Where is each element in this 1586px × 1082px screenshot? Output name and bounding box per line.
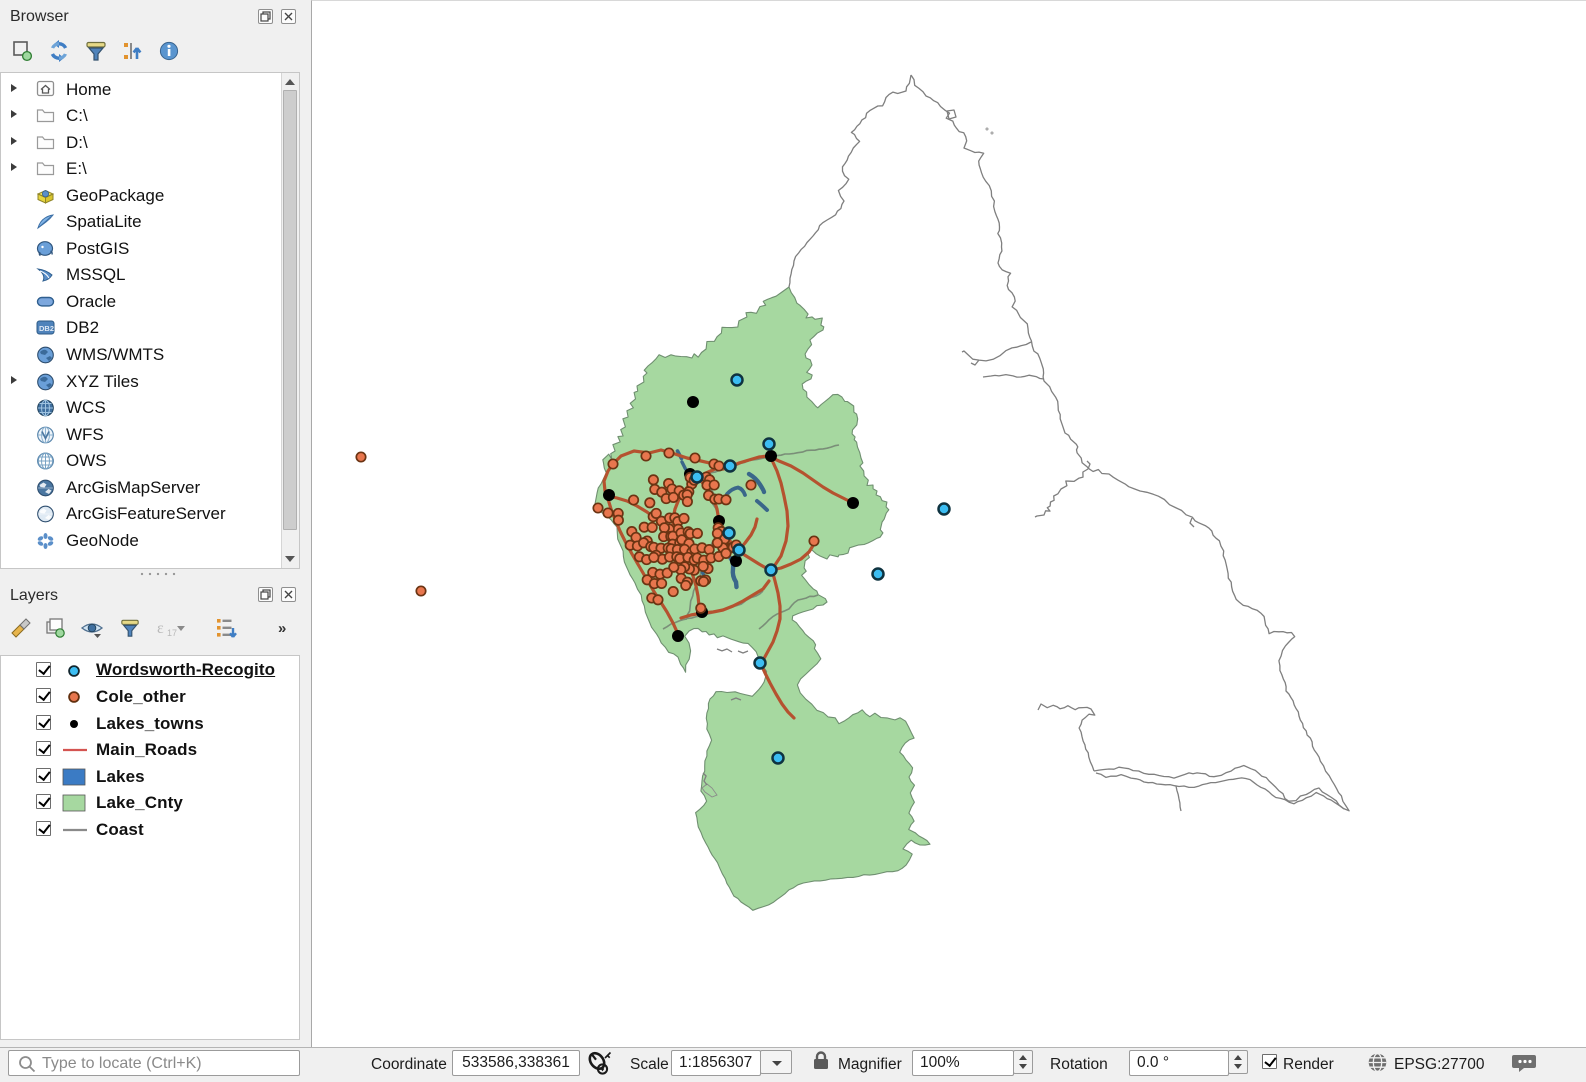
svg-text:DB2: DB2 [39,324,54,333]
svg-text:17: 17 [167,628,177,638]
svg-text:ε: ε [157,620,164,637]
